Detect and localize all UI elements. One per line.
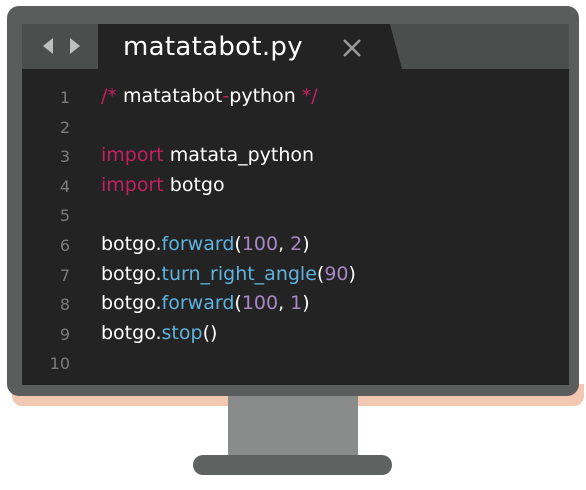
code-line[interactable]: 9 botgo.stop()	[22, 321, 569, 351]
code-token-plain: (	[234, 292, 242, 315]
close-icon[interactable]	[341, 37, 363, 59]
code-token-fn: stop	[161, 321, 203, 344]
code-token-plain: botgo.	[101, 292, 162, 315]
code-token-fn: turn_right_angle	[161, 262, 317, 285]
code-token-com: */	[301, 85, 318, 107]
code-token-num: 90	[324, 262, 349, 285]
code-token-kw: import	[101, 144, 164, 167]
line-number: 5	[59, 206, 70, 226]
code-token-kw: import	[101, 173, 164, 196]
code-line[interactable]: 8 botgo.forward(100, 1)	[22, 291, 569, 321]
code-token-plain: ,	[278, 292, 291, 315]
code-line[interactable]: 10	[22, 350, 569, 380]
code-token-plain: botgo.	[101, 321, 162, 344]
code-token-plain: )	[302, 292, 310, 315]
code-text: botgo.forward(100, 1)	[101, 292, 310, 314]
code-token-plain: )	[302, 233, 310, 255]
code-line[interactable]: 6 botgo.forward(100, 2)	[22, 232, 569, 262]
line-number: 9	[59, 324, 70, 344]
code-editor-window: matatabot.py 1 /* matatabot-python */ 2 3 im…	[22, 24, 569, 385]
code-token-plain: botgo.	[101, 262, 162, 285]
chevron-right-icon[interactable]	[67, 36, 83, 56]
line-number: 4	[59, 176, 70, 196]
line-number: 8	[59, 295, 70, 315]
code-token-num: 100	[241, 233, 279, 255]
code-line[interactable]: 3 import matata_python	[22, 143, 569, 173]
code-token-num: 1	[290, 292, 303, 315]
line-number: 2	[59, 117, 70, 137]
code-token-plain: ,	[278, 233, 291, 255]
code-token-plain: (	[234, 233, 242, 255]
tab-matatabot[interactable]: matatabot.py	[98, 24, 402, 69]
code-token-num: 2	[290, 233, 303, 255]
tab-title: matatabot.py	[123, 32, 303, 62]
monitor-frame: matatabot.py 1 /* matatabot-python */ 2 3 im…	[7, 6, 579, 396]
monitor-stand-base	[193, 455, 392, 475]
code-token-fn: forward	[161, 292, 235, 315]
code-token-plain: python	[229, 85, 302, 107]
line-number: 7	[59, 265, 70, 285]
line-number: 1	[59, 88, 70, 107]
monitor-stand-neck	[228, 396, 358, 456]
code-line[interactable]: 4 import botgo	[22, 173, 569, 203]
code-text: botgo.forward(100, 2)	[101, 233, 310, 255]
line-number: 3	[59, 147, 70, 167]
code-text: import matata_python	[101, 144, 314, 166]
chevron-left-icon[interactable]	[40, 36, 56, 56]
code-token-plain: )	[348, 262, 356, 285]
code-token-fn: forward	[161, 233, 235, 255]
code-text: botgo.stop()	[101, 322, 217, 344]
code-text: import botgo	[101, 174, 225, 196]
tab-bar: matatabot.py	[22, 24, 569, 69]
line-number: 6	[59, 236, 70, 255]
code-token-plain: botgo	[163, 173, 225, 196]
code-token-plain: botgo.	[101, 233, 162, 255]
code-token-plain: matatabot	[116, 85, 223, 107]
line-number: 10	[49, 354, 70, 374]
code-token-com: /*	[101, 85, 117, 107]
code-token-num: 100	[241, 292, 279, 315]
code-text: /* matatabot-python */	[101, 85, 318, 107]
code-line[interactable]: 2	[22, 114, 569, 144]
code-line[interactable]: 7 botgo.turn_right_angle(90)	[22, 262, 569, 292]
code-token-plain: matata_python	[163, 144, 315, 167]
code-line[interactable]: 5	[22, 202, 569, 232]
code-text: botgo.turn_right_angle(90)	[101, 263, 356, 285]
code-line[interactable]: 1 /* matatabot-python */	[22, 84, 569, 114]
code-token-plain: ()	[202, 321, 218, 344]
